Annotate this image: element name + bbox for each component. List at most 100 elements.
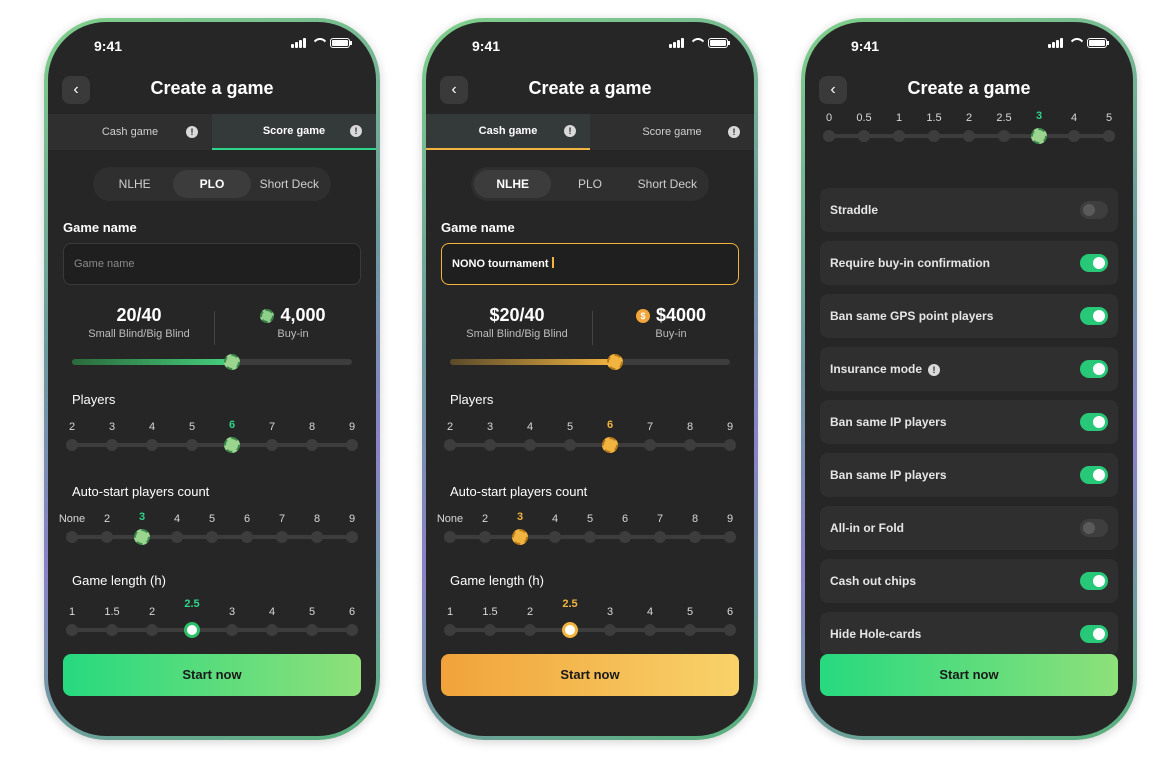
variant-plo[interactable]: PLO [551,170,628,198]
length-slider-stop[interactable] [604,624,616,636]
variant-nlhe[interactable]: NLHE [474,170,552,198]
info-icon[interactable]: ! [928,364,941,376]
length-slider-stop[interactable] [484,624,496,636]
length-slider-stop[interactable] [444,624,456,636]
length-slider-stop[interactable] [146,624,158,636]
variant-plo[interactable]: PLO [173,170,251,198]
players-slider-stop[interactable] [186,439,198,451]
autostart-slider-stop[interactable] [619,531,631,543]
players-slider-stop[interactable] [146,439,158,451]
blinds-slider-knob[interactable] [223,354,240,370]
setting-toggle[interactable] [1080,360,1108,378]
setting-toggle[interactable] [1080,201,1108,219]
setting-toggle[interactable] [1080,519,1108,537]
tab-cash-game[interactable]: Cash game! [426,114,590,150]
autostart-slider-stop[interactable] [689,531,701,543]
autostart-slider-stop[interactable] [206,531,218,543]
players-slider-stop[interactable] [724,439,736,451]
scale-slider[interactable] [823,128,1115,144]
setting-toggle[interactable] [1080,413,1108,431]
setting-toggle[interactable] [1080,254,1108,272]
scale-slider-stop[interactable] [858,130,870,142]
scale-slider-stop[interactable] [928,130,940,142]
length-slider-stop[interactable] [66,624,78,636]
length-slider-stop[interactable] [524,624,536,636]
autostart-slider[interactable] [444,529,736,545]
players-slider-stop[interactable] [524,439,536,451]
info-icon[interactable]: ! [564,125,576,137]
autostart-slider-stop[interactable] [241,531,253,543]
scale-slider-stop[interactable] [998,130,1010,142]
scale-slider-stop[interactable] [893,130,905,142]
players-slider-stop[interactable] [66,439,78,451]
start-now-button[interactable]: Start now [441,654,739,696]
autostart-slider[interactable] [66,529,358,545]
tab-cash-game[interactable]: Cash game! [48,114,212,150]
players-slider-stop[interactable] [306,439,318,451]
autostart-slider-stop[interactable] [66,531,78,543]
autostart-slider-stop[interactable] [311,531,323,543]
scale-slider-stop[interactable] [1068,130,1080,142]
variant-short-deck[interactable]: Short Deck [629,170,706,198]
setting-toggle[interactable] [1080,466,1108,484]
clock-icon[interactable] [184,622,200,638]
players-slider-stop[interactable] [106,439,118,451]
autostart-slider-stop[interactable] [479,531,491,543]
start-now-button[interactable]: Start now [820,654,1118,696]
length-slider[interactable] [444,622,736,638]
autostart-slider-stop[interactable] [724,531,736,543]
info-icon[interactable]: ! [350,125,362,137]
autostart-slider-knob[interactable] [134,529,150,545]
autostart-slider-knob[interactable] [512,529,528,545]
players-option-label: 5 [188,421,196,433]
players-slider-stop[interactable] [684,439,696,451]
length-slider-stop[interactable] [226,624,238,636]
players-slider-stop[interactable] [644,439,656,451]
start-now-button[interactable]: Start now [63,654,361,696]
clock-icon[interactable] [562,622,578,638]
players-slider[interactable] [444,437,736,453]
autostart-slider-stop[interactable] [654,531,666,543]
players-slider-knob[interactable] [224,437,240,453]
autostart-slider-stop[interactable] [549,531,561,543]
blinds-slider-knob[interactable] [607,354,624,370]
setting-toggle[interactable] [1080,625,1108,643]
autostart-slider-stop[interactable] [171,531,183,543]
scale-slider-stop[interactable] [1103,130,1115,142]
length-slider-stop[interactable] [684,624,696,636]
tab-score-game[interactable]: Score game! [590,114,754,150]
players-slider-stop[interactable] [346,439,358,451]
scale-slider-stop[interactable] [823,130,835,142]
blinds-slider[interactable] [72,354,352,370]
autostart-slider-stop[interactable] [584,531,596,543]
length-slider-stop[interactable] [306,624,318,636]
length-slider[interactable] [66,622,358,638]
variant-nlhe[interactable]: NLHE [96,170,173,198]
players-slider-knob[interactable] [602,437,618,453]
blinds-slider[interactable] [450,354,730,370]
setting-toggle[interactable] [1080,572,1108,590]
tab-score-game[interactable]: Score game! [212,114,376,150]
length-slider-stop[interactable] [346,624,358,636]
setting-toggle[interactable] [1080,307,1108,325]
scale-slider-stop[interactable] [963,130,975,142]
length-slider-stop[interactable] [724,624,736,636]
info-icon[interactable]: ! [186,126,198,138]
game-name-input[interactable]: NONO tournament [441,243,739,285]
players-slider-stop[interactable] [484,439,496,451]
players-slider[interactable] [66,437,358,453]
players-slider-stop[interactable] [444,439,456,451]
autostart-slider-stop[interactable] [346,531,358,543]
length-slider-stop[interactable] [644,624,656,636]
autostart-slider-stop[interactable] [101,531,113,543]
length-slider-stop[interactable] [266,624,278,636]
players-slider-stop[interactable] [564,439,576,451]
variant-short-deck[interactable]: Short Deck [251,170,328,198]
autostart-slider-stop[interactable] [276,531,288,543]
players-slider-stop[interactable] [266,439,278,451]
autostart-slider-stop[interactable] [444,531,456,543]
info-icon[interactable]: ! [728,126,740,138]
length-slider-stop[interactable] [106,624,118,636]
scale-slider-knob[interactable] [1031,128,1047,144]
game-name-input[interactable]: Game name [63,243,361,285]
